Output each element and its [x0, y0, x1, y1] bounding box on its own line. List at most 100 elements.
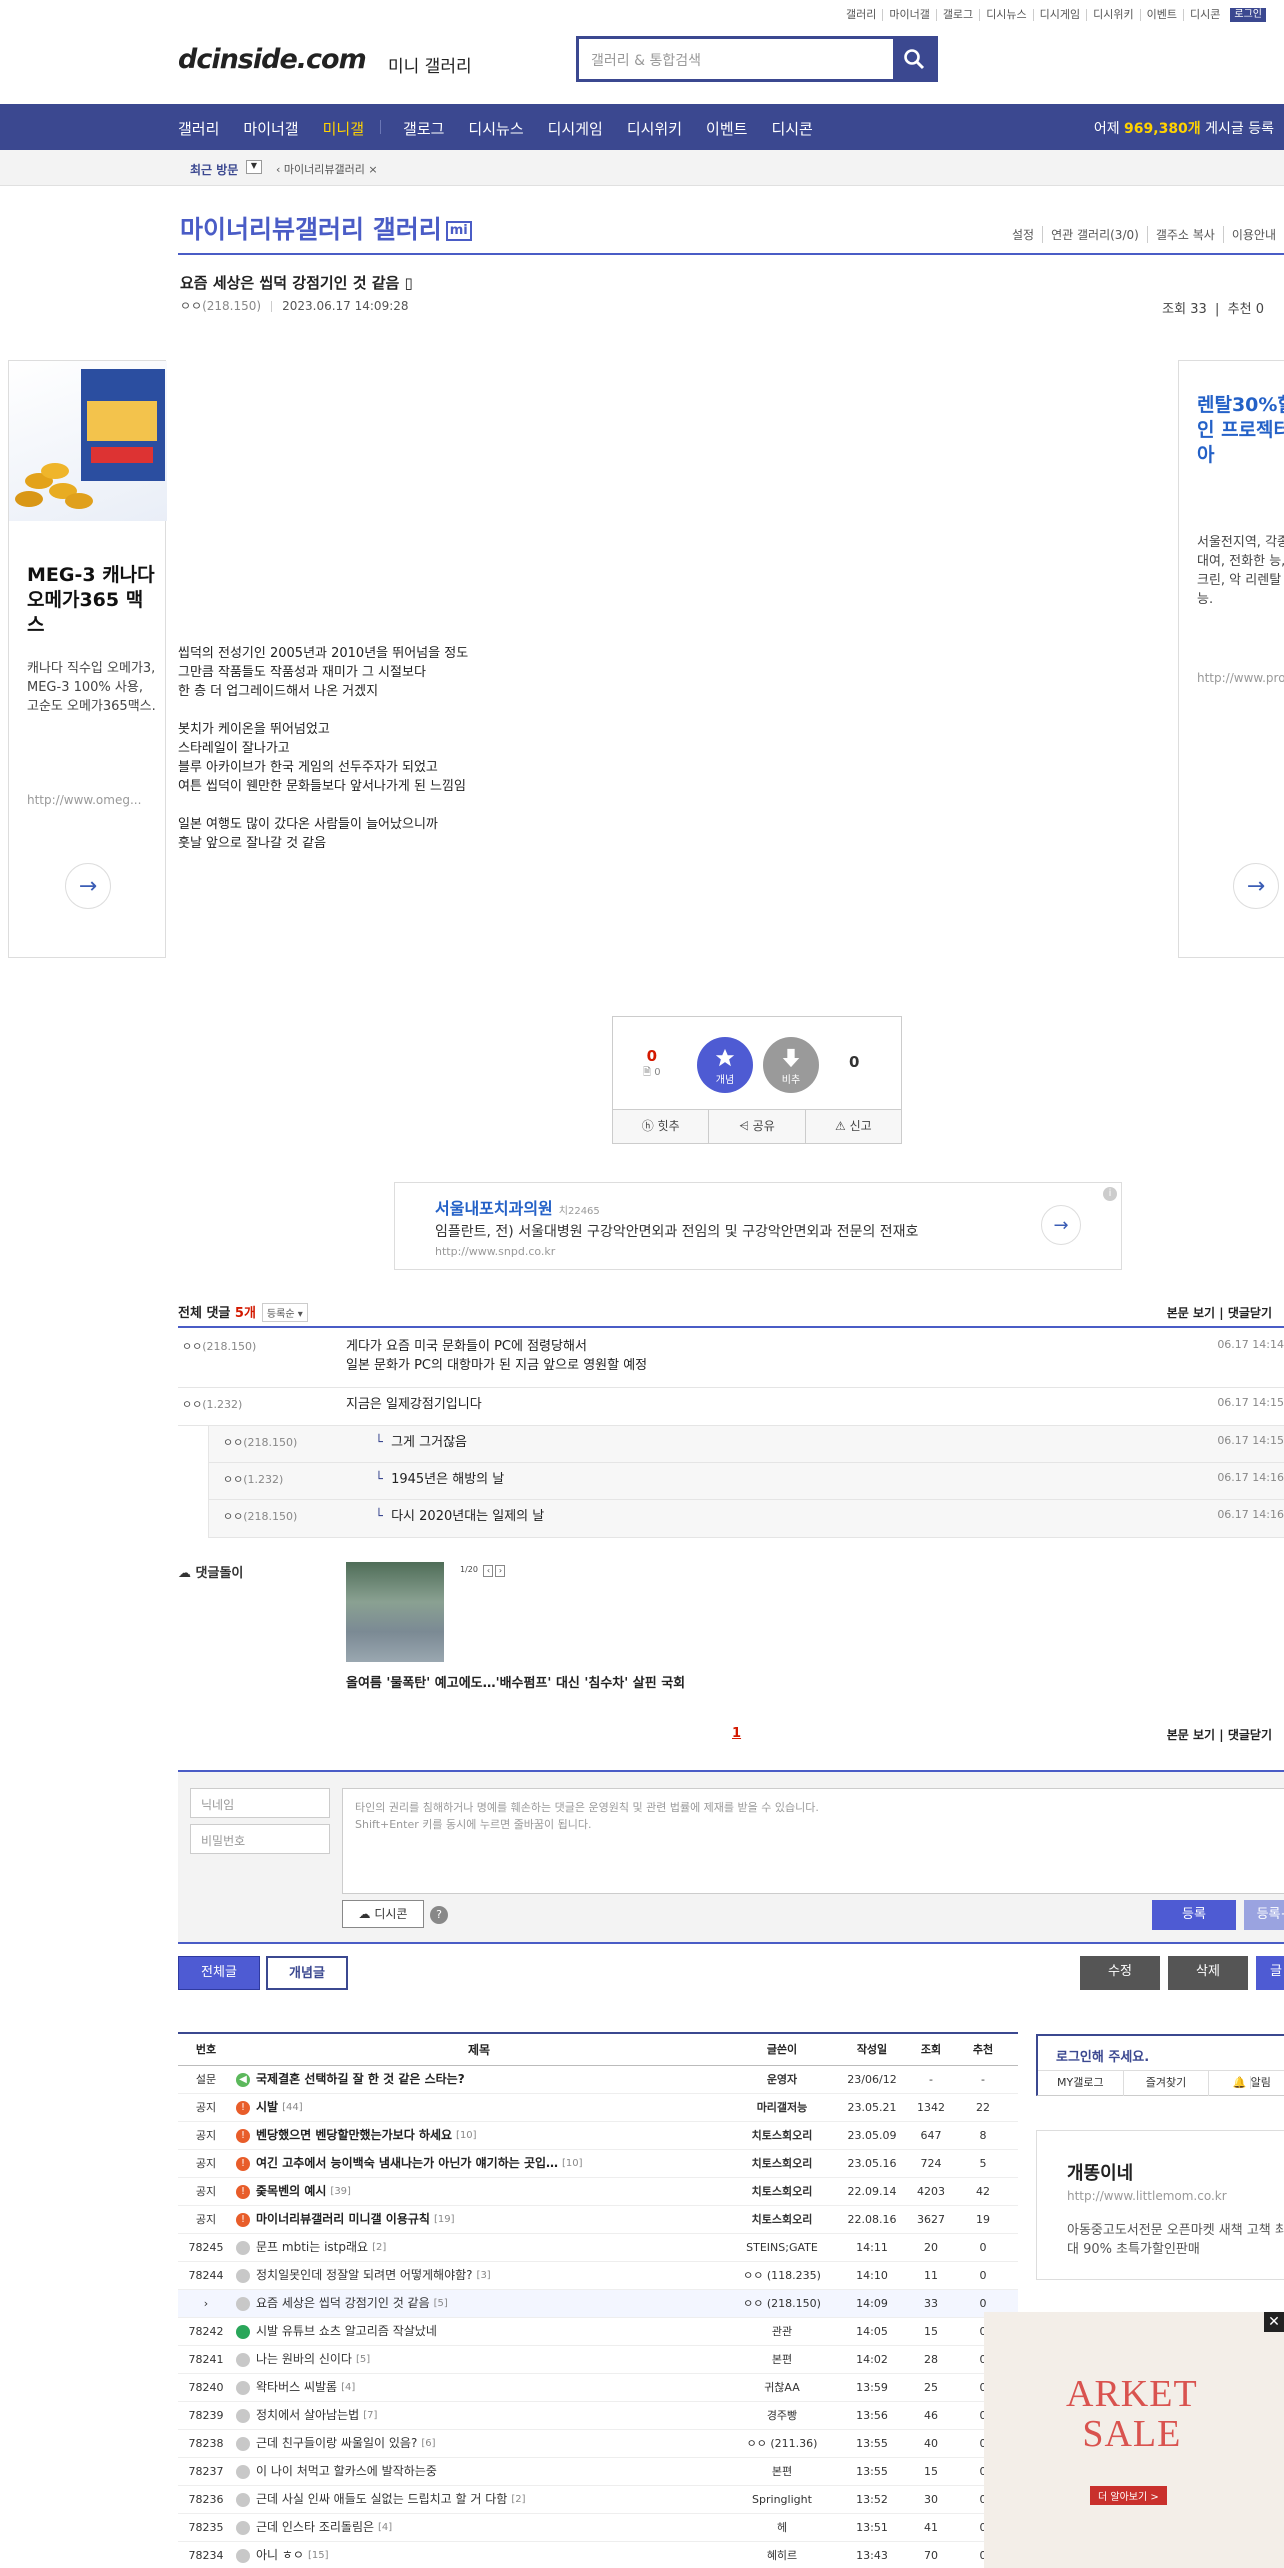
post-author[interactable]: ㅇㅇ: [180, 299, 202, 313]
comment-author[interactable]: ㅇㅇ(1.232): [182, 1396, 242, 1412]
row-writer[interactable]: 마리갤저능: [724, 2094, 840, 2121]
gallery-link[interactable]: 연관 갤러리(3/0): [1042, 226, 1147, 243]
table-row[interactable]: 공지! 여긴 고추에서 능이백숙 냄새나는가 아닌가 얘기하는 곳입… [10] 치토…: [178, 2150, 1018, 2178]
comments-toggle[interactable]: 본문 보기 | 댓글닫기: [1167, 1726, 1272, 1743]
top-link[interactable]: 디시뉴스: [979, 9, 1032, 21]
edit-button[interactable]: 수정: [1080, 1956, 1160, 1990]
row-title[interactable]: 나는 원바의 신이다 [5]: [234, 2346, 724, 2373]
comment-author[interactable]: ㅇㅇ(218.150): [182, 1338, 256, 1354]
register-button[interactable]: 등록: [1152, 1900, 1236, 1930]
table-row[interactable]: 78244 정치일못인데 정잘알 되려면 어떻게해야함? [3] ㅇㅇ (118.23…: [178, 2262, 1018, 2290]
recent-item[interactable]: ‹ 마이너리뷰갤러리 ×: [276, 161, 378, 177]
row-writer[interactable]: 헤: [724, 2514, 840, 2541]
gallery-title[interactable]: 마이너리뷰갤러리 갤러리 mi: [180, 210, 472, 246]
gallery-link[interactable]: 갤주소 복사: [1146, 226, 1223, 243]
comment-author[interactable]: ㅇㅇ(218.150): [223, 1508, 297, 1524]
row-writer[interactable]: 치토스회오리: [724, 2206, 840, 2233]
top-link[interactable]: 갤로그: [935, 9, 979, 21]
nav-item[interactable]: 이벤트: [706, 118, 747, 139]
sort-select[interactable]: 등록순 ▾: [261, 1303, 308, 1322]
delete-button[interactable]: 삭제: [1168, 1956, 1248, 1990]
write-button[interactable]: 글: [1256, 1956, 1284, 1990]
table-row[interactable]: 공지! 줒목벤의 예시 [39] 치토스회오리 22.09.14 4203 42: [178, 2178, 1018, 2206]
arrow-right-icon[interactable]: →: [65, 863, 111, 909]
chevron-down-icon[interactable]: ▼: [246, 160, 262, 174]
news-thumbnail[interactable]: [346, 1562, 444, 1662]
table-row[interactable]: 78242 시발 유튜브 쇼츠 알고리즘 작살났네 관관 14:05 15 0: [178, 2318, 1018, 2346]
nav-item[interactable]: 갤러리: [178, 118, 219, 139]
row-title[interactable]: 정치일못인데 정잘알 되려면 어떻게해야함? [3]: [234, 2262, 724, 2289]
row-writer[interactable]: 치토스회오리: [724, 2178, 840, 2205]
row-writer[interactable]: ㅇㅇ (218.150): [724, 2290, 840, 2317]
row-writer[interactable]: ㅇㅇ (211.36): [724, 2430, 840, 2457]
table-row[interactable]: 78236 근데 사실 인싸 애들도 실없는 드립치고 할 거 다함 [2] Spri…: [178, 2486, 1018, 2514]
row-writer[interactable]: 귀찮AA: [724, 2374, 840, 2401]
row-writer[interactable]: 관관: [724, 2318, 840, 2345]
row-title[interactable]: 아니 ㅎㅇ [15]: [234, 2542, 724, 2568]
gallery-link[interactable]: 설정: [1004, 226, 1042, 243]
table-row[interactable]: 공지! 시발 [44] 마리갤저능 23.05.21 1342 22: [178, 2094, 1018, 2122]
nav-item[interactable]: 디시콘: [771, 118, 812, 139]
right-ad[interactable]: 렌탈30%할인 프로젝터 아 서울전지역, 각종 사대여, 전화한 능, 스크린…: [1178, 360, 1284, 958]
upvote-button[interactable]: 개념: [697, 1037, 753, 1093]
table-row[interactable]: 공지! 마이너리뷰갤러리 미니갤 이용규칙 [19] 치토스회오리 22.08.16 36…: [178, 2206, 1018, 2234]
left-ad[interactable]: MEG-3 캐나다 오메가365 맥스 캐나다 직수입 오메가3, MEG-3 …: [8, 360, 167, 958]
top-link[interactable]: 디시위키: [1086, 9, 1139, 21]
table-row[interactable]: 설문 ◀ 국제결혼 선택하길 잘 한 것 같은 스타는? 운영자 23/06/12 - -: [178, 2066, 1018, 2094]
row-title[interactable]: 시발 유튜브 쇼츠 알고리즘 작살났네: [234, 2318, 724, 2345]
side-link[interactable]: MY갤로그: [1038, 2071, 1123, 2096]
gallery-link[interactable]: 이용안내: [1222, 226, 1284, 243]
next-icon[interactable]: ›: [495, 1565, 506, 1577]
table-row[interactable]: › 요즘 세상은 씹덕 강점기인 것 같음 [5] ㅇㅇ (218.150) 14:09…: [178, 2290, 1018, 2318]
row-title[interactable]: ! 마이너리뷰갤러리 미니갤 이용규칙 [19]: [234, 2206, 724, 2233]
row-writer[interactable]: 경주빵: [724, 2402, 840, 2429]
row-writer[interactable]: 본편: [724, 2458, 840, 2485]
learn-more-button[interactable]: 더 알아보기 >: [1090, 2486, 1167, 2505]
row-title[interactable]: 왁타버스 씨발롬 [4]: [234, 2374, 724, 2401]
row-writer[interactable]: 치토스회오리: [724, 2150, 840, 2177]
comment-author[interactable]: ㅇㅇ(1.232): [223, 1471, 283, 1487]
table-row[interactable]: 78238 근데 친구들이랑 싸울일이 있음? [6] ㅇㅇ (211.36) 13:5…: [178, 2430, 1018, 2458]
concept-posts-button[interactable]: 개념글: [266, 1956, 348, 1990]
banner-ad[interactable]: 서울내포치과의원 치22465 임플란트, 전) 서울대병원 구강악안면외과 전임…: [394, 1182, 1122, 1270]
row-title[interactable]: 정치에서 살아남는법 [7]: [234, 2402, 724, 2429]
row-title[interactable]: 근데 인스타 조리돌림은 [4]: [234, 2514, 724, 2541]
arrow-right-icon[interactable]: →: [1233, 863, 1279, 909]
row-writer[interactable]: 본편: [724, 2346, 840, 2373]
nav-item[interactable]: 디시게임: [548, 118, 603, 139]
dccon-button[interactable]: ☁ 디시콘: [342, 1900, 424, 1928]
row-writer[interactable]: Springlight: [724, 2486, 840, 2513]
password-input[interactable]: 비밀번호: [190, 1824, 330, 1854]
search-input[interactable]: 갤러리 & 통합검색: [579, 39, 893, 79]
nav-item[interactable]: 갤로그: [403, 118, 444, 139]
table-row[interactable]: 78234 아니 ㅎㅇ [15] 혜히르 13:43 70 0: [178, 2542, 1018, 2568]
table-row[interactable]: 78240 왁타버스 씨발롬 [4] 귀찮AA 13:59 25 0: [178, 2374, 1018, 2402]
table-row[interactable]: 78239 정치에서 살아남는법 [7] 경주빵 13:56 46 0: [178, 2402, 1018, 2430]
row-title[interactable]: ! 줒목벤의 예시 [39]: [234, 2178, 724, 2205]
top-link[interactable]: 디시콘: [1183, 9, 1226, 21]
row-title[interactable]: 요즘 세상은 씹덕 강점기인 것 같음 [5]: [234, 2290, 724, 2317]
row-writer[interactable]: 운영자: [724, 2066, 840, 2093]
all-posts-button[interactable]: 전체글: [178, 1956, 260, 1990]
row-title[interactable]: 근데 친구들이랑 싸울일이 있음? [6]: [234, 2430, 724, 2457]
comment-author[interactable]: ㅇㅇ(218.150): [223, 1434, 297, 1450]
nav-item-active[interactable]: 미니갤: [323, 118, 364, 139]
comments-toggle[interactable]: 본문 보기 | 댓글닫기: [1167, 1304, 1272, 1321]
side-link[interactable]: 🔔 알림: [1208, 2071, 1284, 2096]
help-icon[interactable]: ?: [430, 1906, 448, 1924]
search-button[interactable]: [893, 39, 935, 79]
row-title[interactable]: ! 벤당했으면 벤당할만했는가보다 하세요 [10]: [234, 2122, 724, 2149]
top-link[interactable]: 갤러리: [840, 9, 882, 21]
table-row[interactable]: 78241 나는 원바의 신이다 [5] 본편 14:02 28 0: [178, 2346, 1018, 2374]
page-number[interactable]: 1: [732, 1726, 741, 1741]
login-prompt[interactable]: 로그인해 주세요.: [1056, 2046, 1149, 2065]
top-link[interactable]: 마이너갤: [882, 9, 935, 21]
table-row[interactable]: 공지! 벤당했으면 벤당할만했는가보다 하세요 [10] 치토스회오리 23.05.09…: [178, 2122, 1018, 2150]
nav-item[interactable]: 디시뉴스: [468, 118, 523, 139]
nav-item[interactable]: 마이너갤: [243, 118, 298, 139]
row-title[interactable]: 문프 mbti는 istp래요 [2]: [234, 2234, 724, 2261]
register-plus-button[interactable]: 등록+: [1244, 1900, 1284, 1930]
arrow-right-icon[interactable]: →: [1041, 1205, 1081, 1245]
info-icon[interactable]: i: [1103, 1187, 1117, 1201]
report-button[interactable]: ⚠ 신고: [804, 1110, 901, 1143]
